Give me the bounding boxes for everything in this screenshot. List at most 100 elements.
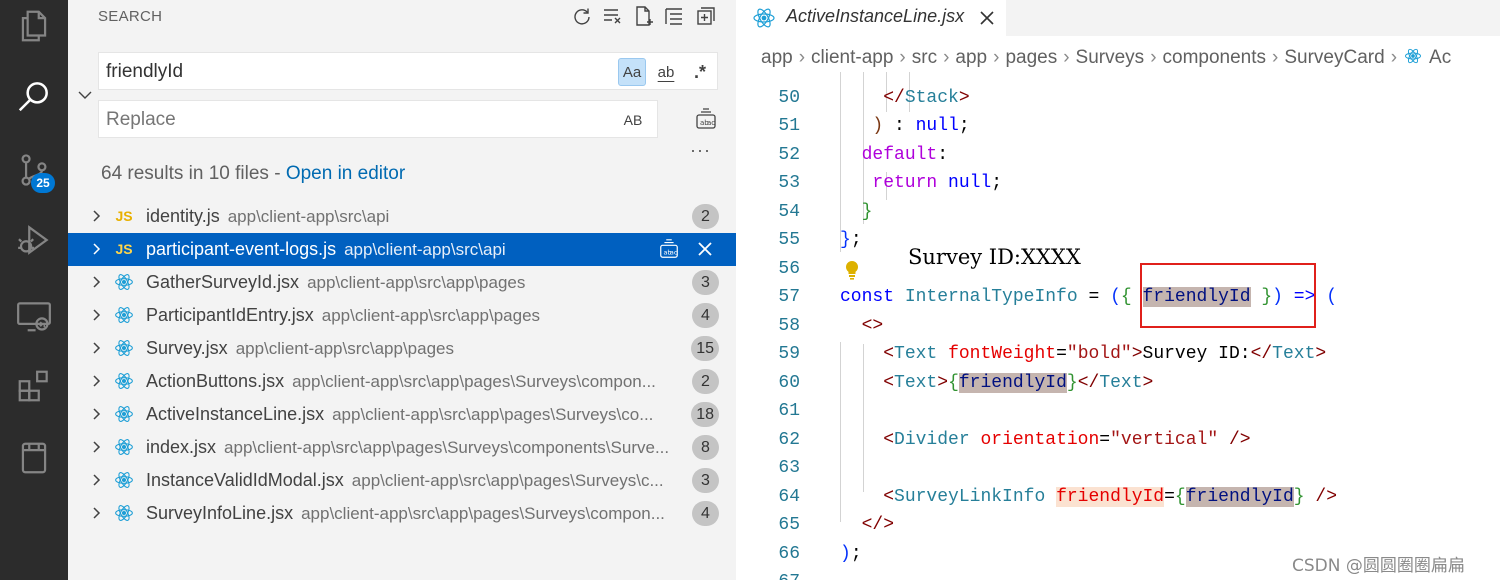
result-file-row[interactable]: JS participant-event-logs.js app\client-ap… — [68, 233, 736, 266]
clear-results-icon[interactable] — [601, 4, 625, 28]
react-file-icon — [113, 272, 135, 292]
code-line: return null; — [872, 173, 1003, 193]
dismiss-result-icon[interactable] — [696, 240, 714, 258]
chevron-right-icon[interactable] — [88, 406, 104, 422]
react-component-icon — [1403, 47, 1423, 68]
breadcrumb-item[interactable]: components — [1163, 47, 1267, 68]
collapse-all-icon[interactable] — [663, 4, 687, 28]
result-file-row[interactable]: InstanceValidIdModal.jsx app\client-app\s… — [68, 464, 736, 497]
breadcrumb-separator: › — [1150, 47, 1157, 68]
match-case-toggle[interactable]: Aa — [618, 58, 646, 86]
tab-title: ActiveInstanceLine.jsx — [786, 6, 965, 26]
result-file-row[interactable]: ActiveInstanceLine.jsx app\client-app\src… — [68, 398, 736, 431]
new-search-editor-icon[interactable] — [632, 4, 656, 28]
toggle-replace-chevron-icon[interactable] — [76, 86, 94, 104]
line-number: 51 — [778, 116, 800, 136]
chevron-right-icon[interactable] — [88, 505, 104, 521]
react-file-icon — [113, 470, 135, 490]
search-icon[interactable] — [0, 62, 68, 130]
close-tab-icon[interactable] — [978, 9, 996, 27]
open-in-editor-link[interactable]: Open in editor — [286, 163, 405, 184]
more-options-icon[interactable]: ··· — [690, 140, 711, 161]
react-file-icon — [113, 404, 135, 424]
breadcrumb-item[interactable]: app — [761, 47, 793, 68]
results-summary-text: 64 results in 10 files - — [101, 163, 286, 184]
line-number: 66 — [778, 544, 800, 564]
chevron-right-icon[interactable] — [88, 274, 104, 290]
line-number: 54 — [778, 202, 800, 222]
result-file-path: app\client-app\src\app\pages — [321, 306, 541, 325]
chevron-right-icon[interactable] — [88, 307, 104, 323]
code-line: </Alert> — [840, 72, 991, 76]
replace-input[interactable] — [106, 107, 606, 133]
results-summary: 64 results in 10 files - Open in editor — [101, 163, 405, 185]
result-file-row[interactable]: ParticipantIdEntry.jsx app\client-app\src… — [68, 299, 736, 332]
breadcrumb-item[interactable]: Surveys — [1076, 47, 1145, 68]
sidebar-actions — [570, 4, 718, 28]
chevron-right-icon[interactable] — [88, 472, 104, 488]
javascript-file-icon: JS — [115, 241, 133, 257]
breadcrumb-item[interactable]: client-app — [811, 47, 893, 68]
use-regex-toggle[interactable]: .* — [686, 58, 714, 86]
line-number: 58 — [778, 316, 800, 336]
result-file-path: app\client-app\src\app\pages\Surveys\com… — [301, 504, 665, 523]
line-number: 63 — [778, 458, 800, 478]
match-whole-word-toggle[interactable]: ab — [652, 58, 680, 86]
search-input[interactable] — [106, 59, 606, 85]
result-file-row[interactable]: Survey.jsx app\client-app\src\app\pages 15 — [68, 332, 736, 365]
svg-text:ac: ac — [707, 119, 715, 127]
result-count-badge: 2 — [692, 369, 719, 394]
result-file-path: app\client-app\src\app\pages\Surveys\com… — [292, 372, 656, 391]
chevron-right-icon[interactable] — [88, 439, 104, 455]
line-number: 53 — [778, 173, 800, 193]
chevron-right-icon[interactable] — [88, 373, 104, 389]
line-number: 56 — [778, 259, 800, 279]
result-file-row[interactable]: ActionButtons.jsx app\client-app\src\app\… — [68, 365, 736, 398]
code-line: <> — [861, 316, 884, 336]
svg-text:ac: ac — [670, 249, 678, 257]
chevron-right-icon[interactable] — [88, 208, 104, 224]
view-as-tree-icon[interactable] — [694, 4, 718, 28]
result-count-badge: 2 — [692, 204, 719, 229]
result-file-row[interactable]: SurveyInfoLine.jsx app\client-app\src\app… — [68, 497, 736, 530]
result-file-row[interactable]: GatherSurveyId.jsx app\client-app\src\app… — [68, 266, 736, 299]
refresh-icon[interactable] — [570, 4, 594, 28]
run-debug-icon[interactable] — [0, 206, 68, 274]
result-file-row[interactable]: index.jsx app\client-app\src\app\pages\Su… — [68, 431, 736, 464]
result-file-name: identity.js — [146, 206, 220, 226]
result-file-path: app\client-app\src\api — [344, 240, 506, 259]
watermark: CSDN @圆圆圈圈扁扁 — [1292, 556, 1465, 576]
notebook-icon[interactable] — [0, 424, 68, 492]
tab-active-instance-line[interactable]: ActiveInstanceLine.jsx — [736, 0, 1006, 36]
code-line: } — [861, 202, 873, 222]
breadcrumb-item[interactable]: pages — [1005, 47, 1057, 68]
line-number: 67 — [756, 572, 800, 580]
result-file-name: InstanceValidIdModal.jsx — [146, 470, 344, 490]
chevron-right-icon[interactable] — [88, 340, 104, 356]
chevron-right-icon[interactable] — [88, 241, 104, 257]
preserve-case-toggle[interactable]: AB — [619, 106, 647, 134]
breadcrumb-item[interactable]: app — [955, 47, 987, 68]
breadcrumb-separator: › — [943, 47, 950, 68]
code-line: ) : null; — [872, 116, 970, 136]
line-number: 50 — [778, 88, 800, 108]
breadcrumb-separator: › — [993, 47, 1000, 68]
extensions-icon[interactable] — [0, 352, 68, 420]
breadcrumb-item[interactable]: Ac — [1429, 47, 1451, 68]
breadcrumb-item[interactable]: SurveyCard — [1284, 47, 1384, 68]
replace-all-in-file-icon[interactable]: abac — [658, 238, 680, 260]
result-file-path: app\client-app\src\app\pages — [235, 339, 454, 358]
code-editor[interactable]: 49 </Alert> 50 </Stack> 51 ) : null; 52 … — [736, 72, 1500, 580]
replace-all-icon[interactable]: abac — [694, 107, 718, 131]
source-control-icon[interactable] — [0, 136, 68, 204]
breadcrumb-item[interactable]: src — [912, 47, 937, 68]
result-file-path: app\client-app\src\api — [227, 207, 390, 226]
result-count-badge: 4 — [692, 501, 719, 526]
result-file-row[interactable]: JS identity.js app\client-app\src\api 2 — [68, 200, 736, 233]
code-line: <Divider orientation="vertical" /> — [883, 430, 1251, 450]
explorer-icon[interactable] — [0, 0, 68, 60]
remote-explorer-icon[interactable] — [0, 282, 68, 350]
annotation-text: Survey ID:XXXX — [908, 245, 1081, 269]
activity-bar: 25 — [0, 0, 68, 580]
lightbulb-icon[interactable] — [842, 259, 862, 281]
